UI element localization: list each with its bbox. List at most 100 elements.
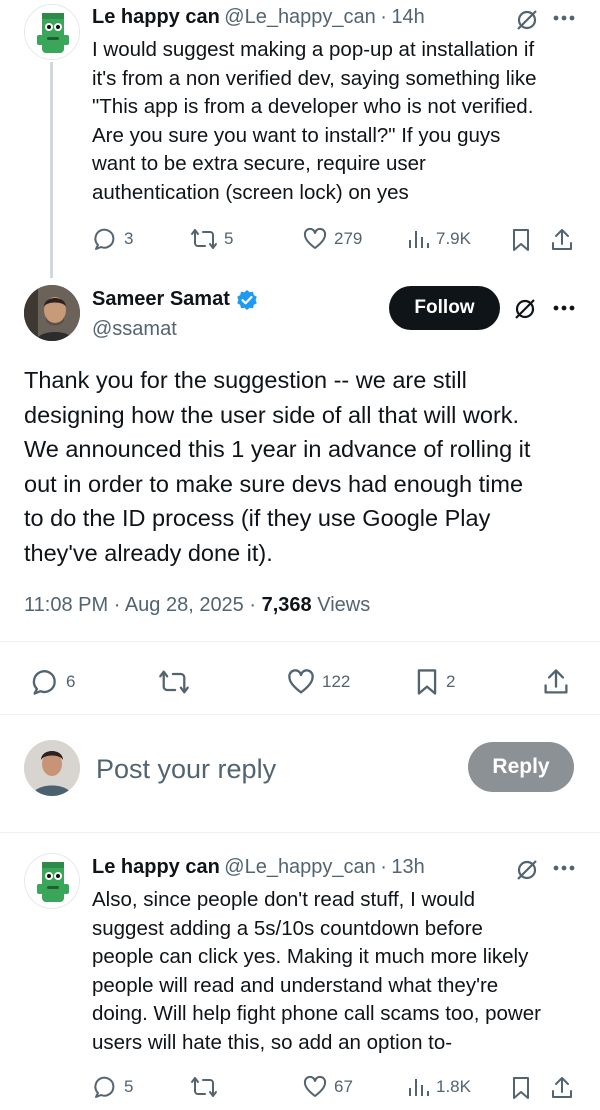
reply-button[interactable]: 5 — [92, 1074, 133, 1100]
follow-button[interactable]: Follow — [389, 286, 500, 330]
person-avatar — [24, 285, 80, 341]
repost-icon — [191, 1077, 217, 1097]
repost-button[interactable]: 5 — [190, 226, 233, 252]
repost-button[interactable] — [158, 667, 190, 697]
views-label: Views — [317, 594, 371, 616]
author-name[interactable]: Le happy can — [92, 856, 220, 878]
separator-dot: · — [249, 594, 257, 616]
like-count: 67 — [334, 1077, 353, 1096]
reply-icon — [94, 1076, 115, 1098]
thread-line — [50, 62, 53, 278]
reply-input[interactable] — [94, 748, 458, 790]
text-line: it's from a non verified dev, saying som… — [92, 66, 537, 90]
text-line: they've already done it). — [24, 539, 273, 566]
repost-button[interactable] — [190, 1074, 218, 1100]
no-translate-icon[interactable] — [514, 7, 540, 33]
bookmark-button[interactable]: 2 — [414, 667, 455, 697]
text-line: Thank you for the suggestion -- we are s… — [24, 367, 467, 393]
text-line: want to be extra secure, require user — [92, 152, 426, 175]
share-icon[interactable] — [542, 667, 570, 697]
bookmark-icon[interactable] — [510, 227, 532, 253]
post-time[interactable]: 13h — [391, 856, 424, 878]
text-line: designing how the user side of all that … — [24, 401, 520, 428]
reply-below-header: Le happy can @Le_happy_can · 13h — [92, 856, 425, 879]
text-line: Are you sure you want to install?" If yo… — [92, 123, 501, 147]
like-button[interactable]: 122 — [286, 667, 350, 697]
like-button[interactable]: 67 — [302, 1074, 353, 1100]
post-meta: 11:08 PM · Aug 28, 2025 · 7,368 Views — [24, 594, 370, 617]
text-line: "This app is from a developer who is not… — [92, 95, 534, 118]
bookmark-icon — [417, 669, 437, 695]
avatar-le-happy-can[interactable] — [24, 853, 80, 909]
separator-dot: · — [380, 6, 387, 28]
text-line: suggest adding a 5s/10s countdown before — [92, 916, 483, 940]
views-count: 7,368 — [261, 594, 312, 616]
reply-below-text: Also, since people don't read stuff, I w… — [92, 886, 587, 1057]
reply-button[interactable]: 3 — [92, 226, 133, 252]
text-line: authentication (screen lock) on yes — [92, 180, 409, 204]
author-name[interactable]: Le happy can — [92, 6, 220, 28]
repost-icon — [159, 670, 189, 694]
views-button[interactable]: 1.8K — [406, 1074, 471, 1100]
verified-badge-icon — [237, 289, 257, 310]
views-count: 1.8K — [436, 1077, 471, 1096]
views-icon — [409, 231, 429, 248]
like-button[interactable]: 279 — [302, 226, 362, 252]
main-tweet-text: Thank you for the suggestion -- we are s… — [24, 363, 584, 570]
divider — [0, 832, 600, 833]
like-icon — [288, 669, 314, 694]
reply-count: 5 — [124, 1077, 134, 1096]
reply-icon — [94, 228, 115, 250]
more-icon[interactable] — [552, 864, 576, 872]
avatar-le-happy-can[interactable] — [24, 4, 80, 60]
text-line: I would suggest making a pop-up at insta… — [92, 38, 535, 61]
text-line: We announced this 1 year in advance of r… — [24, 436, 531, 462]
text-line: doing. Will help fight phone call scams … — [92, 1002, 541, 1025]
text-line: people will read and understand what the… — [92, 973, 499, 997]
post-date[interactable]: Aug 28, 2025 — [125, 594, 244, 616]
like-count: 279 — [334, 229, 363, 248]
more-icon[interactable] — [552, 14, 576, 22]
post-time[interactable]: 14h — [391, 6, 424, 28]
person-avatar — [24, 740, 80, 796]
separator-dot: · — [380, 856, 387, 878]
no-translate-icon[interactable] — [512, 296, 538, 322]
reply-above-header: Le happy can @Le_happy_can · 14h — [92, 6, 425, 29]
frog-avatar — [37, 13, 69, 53]
author-handle[interactable]: @Le_happy_can — [224, 856, 376, 878]
separator-dot: · — [113, 594, 121, 616]
reply-icon — [32, 670, 56, 695]
text-line: Also, since people don't read stuff, I w… — [92, 888, 476, 911]
post-time[interactable]: 11:08 PM — [24, 594, 108, 616]
reply-submit-button[interactable]: Reply — [468, 742, 574, 792]
more-icon[interactable] — [552, 304, 576, 312]
repost-icon — [191, 229, 217, 249]
bookmark-icon[interactable] — [510, 1075, 532, 1101]
no-translate-icon[interactable] — [514, 857, 540, 883]
views-button[interactable]: 7.9K — [406, 226, 471, 252]
views-icon — [409, 1079, 429, 1096]
reply-count: 6 — [66, 672, 76, 691]
text-line: to do the ID process (if they use Google… — [24, 505, 491, 531]
author-handle[interactable]: @Le_happy_can — [224, 6, 376, 28]
reply-count: 3 — [124, 229, 134, 248]
bookmark-count: 2 — [446, 672, 456, 691]
main-author-row: Sameer Samat — [92, 288, 258, 311]
avatar-sameer-samat[interactable] — [24, 285, 80, 341]
author-name[interactable]: Sameer Samat — [92, 288, 230, 311]
current-user-avatar[interactable] — [24, 740, 80, 796]
text-line: people can click yes. Making it much mor… — [92, 945, 529, 968]
like-count: 122 — [322, 672, 351, 691]
like-icon — [303, 227, 327, 249]
author-handle[interactable]: @ssamat — [92, 318, 177, 341]
text-line: out in order to make sure devs had enoug… — [24, 470, 524, 497]
divider — [0, 714, 600, 715]
reply-button[interactable]: 6 — [30, 667, 75, 697]
share-icon[interactable] — [550, 227, 574, 253]
divider — [0, 641, 600, 642]
views-count: 7.9K — [436, 229, 471, 248]
frog-avatar — [37, 862, 69, 902]
share-icon[interactable] — [550, 1075, 574, 1101]
repost-count: 5 — [224, 229, 234, 248]
like-icon — [303, 1075, 327, 1097]
